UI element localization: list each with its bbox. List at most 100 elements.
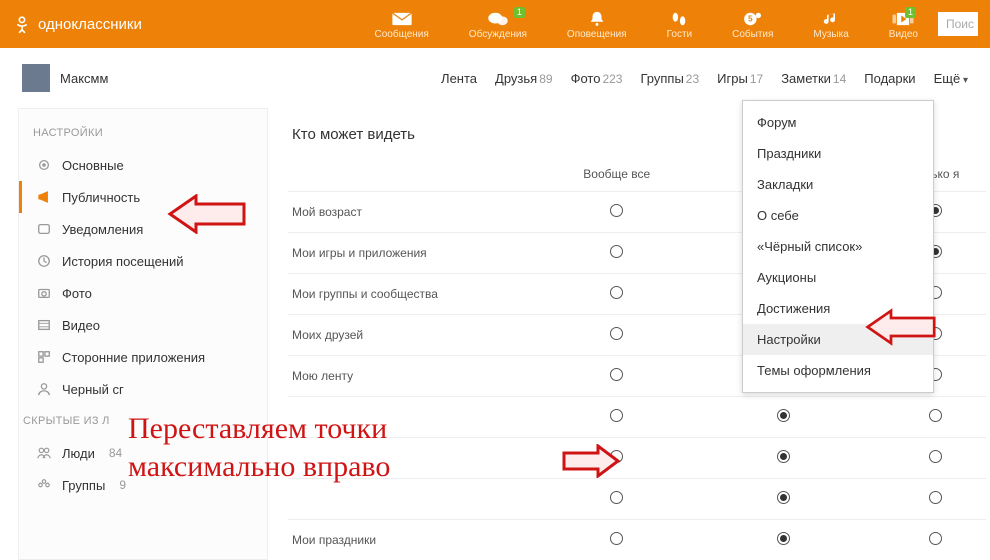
sidebar-item-photo[interactable]: Фото [19, 277, 267, 309]
radio-option[interactable] [610, 491, 623, 504]
nav-video[interactable]: 1 Видео [889, 11, 918, 40]
privacy-row-label: Мои игры и приложения [288, 233, 551, 274]
sidebar-item-apps[interactable]: Сторонние приложения [19, 341, 267, 373]
tab-friends[interactable]: Друзья89 [495, 71, 553, 86]
gear-icon [36, 157, 52, 173]
dropdown-item[interactable]: О себе [743, 200, 933, 231]
radio-option[interactable] [610, 409, 623, 422]
nav-discussions[interactable]: 1 Обсуждения [469, 11, 527, 40]
top-nav: Сообщения 1 Обсуждения Оповещения Гости … [375, 8, 918, 40]
dropdown-item[interactable]: Настройки [743, 324, 933, 355]
profile-tabs: Лента Друзья89 Фото223 Группы23 Игры17 З… [441, 71, 968, 86]
brand-text: одноклассники [38, 16, 142, 33]
nav-label: Обсуждения [469, 29, 527, 40]
privacy-row-label [288, 438, 551, 479]
people-icon [36, 445, 52, 461]
dropdown-item[interactable]: Аукционы [743, 262, 933, 293]
privacy-row-label: Мой возраст [288, 192, 551, 233]
sidebar-item-hidden-people[interactable]: Люди84 [19, 437, 267, 469]
radio-option[interactable] [777, 532, 790, 545]
nav-guests[interactable]: Гости [667, 11, 692, 40]
envelope-icon [391, 11, 413, 27]
person-icon [36, 381, 52, 397]
nav-label: Оповещения [567, 29, 627, 40]
radio-option[interactable] [777, 491, 790, 504]
dropdown-item[interactable]: «Чёрный список» [743, 231, 933, 262]
privacy-row-label [288, 479, 551, 520]
tab-games[interactable]: Игры17 [717, 71, 763, 86]
dropdown-item[interactable]: Праздники [743, 138, 933, 169]
nav-label: Гости [667, 29, 692, 40]
radio-option[interactable] [777, 450, 790, 463]
privacy-row [288, 397, 986, 438]
sidebar-heading-2: СКРЫТЫЕ ИЗ Л [19, 405, 267, 437]
sidebar-item-basic[interactable]: Основные [19, 149, 267, 181]
radio-option[interactable] [610, 204, 623, 217]
topbar: одноклассники Сообщения 1 Обсуждения Опо… [0, 0, 990, 48]
sidebar-heading: НАСТРОЙКИ [19, 109, 267, 149]
sidebar: НАСТРОЙКИ Основные Публичность Уведомлен… [18, 108, 268, 560]
radio-option[interactable] [610, 327, 623, 340]
user-name: Максмм [60, 71, 108, 86]
camera-icon [36, 285, 52, 301]
radio-option[interactable] [777, 409, 790, 422]
nav-music[interactable]: Музыка [813, 11, 848, 40]
nav-messages[interactable]: Сообщения [375, 11, 429, 40]
radio-option[interactable] [610, 286, 623, 299]
nav-notifications[interactable]: Оповещения [567, 11, 627, 40]
dropdown-item[interactable]: Темы оформления [743, 355, 933, 386]
tab-more[interactable]: Ещё [934, 71, 968, 86]
sidebar-item-publicity[interactable]: Публичность [19, 181, 267, 213]
footsteps-icon [668, 11, 690, 27]
tab-notes[interactable]: Заметки14 [781, 71, 846, 86]
radio-option[interactable] [610, 450, 623, 463]
nav-label: Сообщения [375, 29, 429, 40]
tab-gifts[interactable]: Подарки [864, 71, 915, 86]
tab-photo[interactable]: Фото223 [571, 71, 623, 86]
nav-label: Музыка [813, 29, 848, 40]
privacy-row-label [288, 397, 551, 438]
nav-label: События [732, 29, 773, 40]
more-dropdown: ФорумПраздникиЗакладкиО себе«Чёрный спис… [742, 100, 934, 393]
dropdown-item[interactable]: Форум [743, 107, 933, 138]
sidebar-item-history[interactable]: История посещений [19, 245, 267, 277]
radio-option[interactable] [929, 532, 942, 545]
radio-option[interactable] [610, 532, 623, 545]
profile-link[interactable]: Максмм [22, 64, 108, 92]
badge: 1 [905, 7, 916, 18]
megaphone-icon [36, 189, 52, 205]
sidebar-item-blacklist[interactable]: Черный сг [19, 373, 267, 405]
radio-option[interactable] [929, 409, 942, 422]
bell-small-icon [36, 221, 52, 237]
nav-label: Видео [889, 29, 918, 40]
radio-option[interactable] [610, 245, 623, 258]
events-icon: 5 [742, 11, 764, 27]
groups-icon [36, 477, 52, 493]
avatar [22, 64, 50, 92]
col-all: Вообще все [551, 163, 683, 192]
privacy-row [288, 479, 986, 520]
radio-option[interactable] [929, 491, 942, 504]
dropdown-item[interactable]: Достижения [743, 293, 933, 324]
dropdown-item[interactable]: Закладки [743, 169, 933, 200]
badge: 1 [514, 7, 525, 18]
privacy-row-label: Мои праздники [288, 520, 551, 560]
tab-feed[interactable]: Лента [441, 71, 477, 86]
tab-groups[interactable]: Группы23 [640, 71, 699, 86]
sidebar-item-notifications[interactable]: Уведомления [19, 213, 267, 245]
privacy-row-label: Моих друзей [288, 315, 551, 356]
radio-option[interactable] [610, 368, 623, 381]
search-input[interactable]: Поис [938, 12, 978, 36]
privacy-row: Мои праздники [288, 520, 986, 560]
sidebar-item-video[interactable]: Видео [19, 309, 267, 341]
brand[interactable]: одноклассники [12, 14, 142, 34]
apps-icon [36, 349, 52, 365]
user-tabs-row: Максмм Лента Друзья89 Фото223 Группы23 И… [0, 48, 990, 108]
privacy-row-label: Мою ленту [288, 356, 551, 397]
sidebar-item-hidden-groups[interactable]: Группы9 [19, 469, 267, 501]
privacy-row-label: Мои группы и сообщества [288, 274, 551, 315]
ok-logo-icon [12, 14, 32, 34]
radio-option[interactable] [929, 450, 942, 463]
privacy-row [288, 438, 986, 479]
nav-events[interactable]: 5 События [732, 11, 773, 40]
